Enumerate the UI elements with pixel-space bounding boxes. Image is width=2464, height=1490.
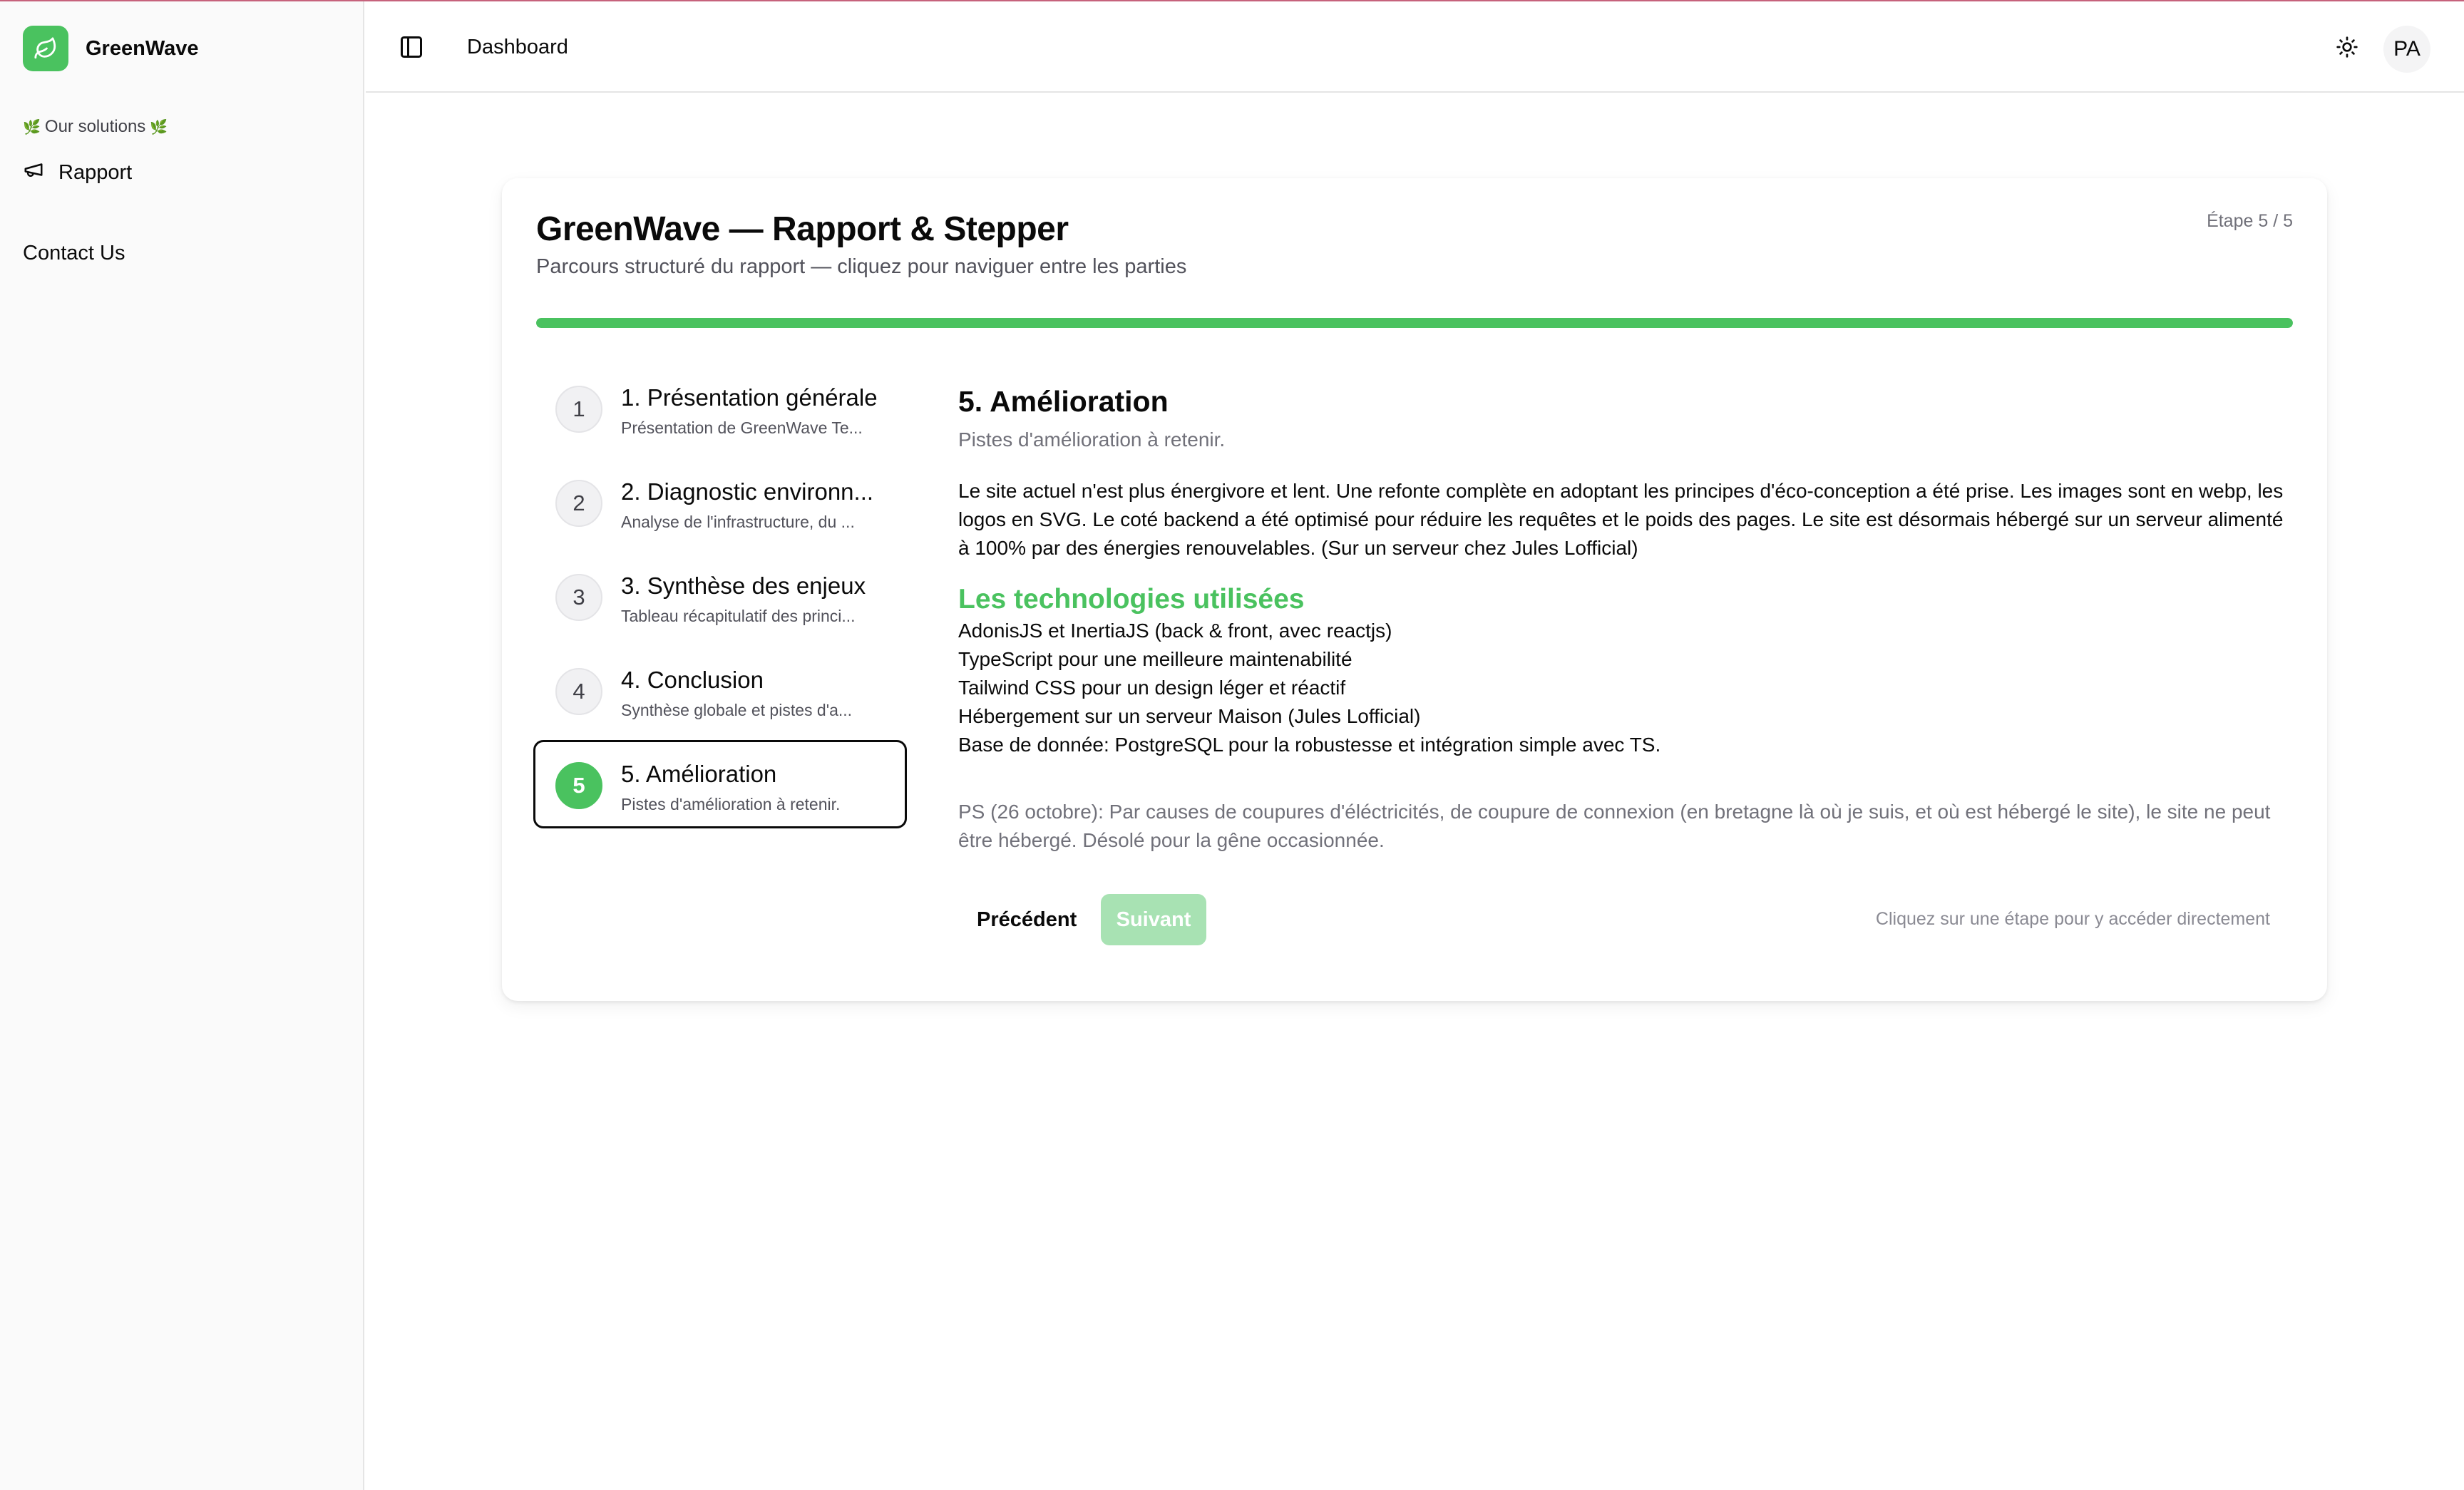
- brand-name: GreenWave: [86, 36, 199, 60]
- step-title: 4. Conclusion: [621, 667, 764, 693]
- tech-list: AdonisJS et InertiaJS (back & front, ave…: [958, 617, 2293, 759]
- top-header: Dashboard PA: [366, 1, 2464, 93]
- step-item-2[interactable]: 2 2. Diagnostic environn... Analyse de l…: [533, 458, 907, 546]
- step-description: Pistes d'amélioration à retenir.: [621, 795, 841, 813]
- sun-icon[interactable]: [2333, 33, 2361, 61]
- contact-us-link[interactable]: Contact Us: [23, 242, 125, 265]
- step-title: 5. Amélioration: [621, 761, 777, 787]
- step-description: Tableau récapitulatif des princi...: [621, 607, 856, 625]
- sidebar-item-label: Rapport: [58, 160, 133, 184]
- list-item: Hébergement sur un serveur Maison (Jules…: [958, 705, 1421, 727]
- brand[interactable]: GreenWave: [23, 26, 199, 71]
- progress-bar: [536, 318, 2293, 328]
- herb-emoji-icon: 🌿: [23, 119, 41, 135]
- step-item-4[interactable]: 4 4. Conclusion Synthèse globale et pist…: [533, 646, 907, 734]
- list-item: AdonisJS et InertiaJS (back & front, ave…: [958, 620, 1392, 642]
- step-number-badge: 2: [555, 480, 602, 527]
- sidebar-group-label: 🌿 Our solutions 🌿: [23, 117, 168, 137]
- breadcrumb-dashboard[interactable]: Dashboard: [467, 36, 568, 59]
- content-lead: Pistes d'amélioration à retenir.: [958, 428, 1226, 451]
- megaphone-icon: [23, 159, 44, 186]
- step-description: Synthèse globale et pistes d'a...: [621, 701, 853, 719]
- herb-emoji-icon: 🌿: [150, 119, 168, 135]
- sidebar-toggle-icon[interactable]: [399, 34, 424, 60]
- step-title: 3. Synthèse des enjeux: [621, 572, 866, 599]
- sidebar: GreenWave 🌿 Our solutions 🌿 Rapport Cont…: [0, 1, 364, 1490]
- step-number-badge: 5: [555, 762, 602, 809]
- step-number-badge: 3: [555, 574, 602, 621]
- step-item-1[interactable]: 1 1. Présentation générale Présentation …: [533, 364, 907, 452]
- step-content: 5. Amélioration Pistes d'amélioration à …: [958, 385, 2293, 855]
- step-number-badge: 4: [555, 668, 602, 715]
- step-list: 1 1. Présentation générale Présentation …: [533, 364, 907, 834]
- step-item-3[interactable]: 3 3. Synthèse des enjeux Tableau récapit…: [533, 552, 907, 640]
- step-number-badge: 1: [555, 386, 602, 433]
- card-title: GreenWave — Rapport & Stepper: [536, 210, 1069, 248]
- progress-fill: [536, 318, 2293, 328]
- navigation-hint: Cliquez sur une étape pour y accéder dir…: [1875, 909, 2270, 929]
- ps-note: PS (26 octobre): Par causes de coupures …: [958, 801, 2271, 851]
- step-title: 2. Diagnostic environn...: [621, 478, 874, 505]
- step-title: 1. Présentation générale: [621, 384, 878, 411]
- content-paragraph: Le site actuel n'est plus énergivore et …: [958, 480, 2284, 559]
- step-description: Analyse de l'infrastructure, du ...: [621, 513, 855, 531]
- previous-button[interactable]: Précédent: [958, 894, 1095, 945]
- report-stepper-card: GreenWave — Rapport & Stepper Parcours s…: [502, 178, 2327, 1001]
- step-item-5[interactable]: 5 5. Amélioration Pistes d'amélioration …: [533, 740, 907, 828]
- list-item: Tailwind CSS pour un design léger et réa…: [958, 677, 1346, 699]
- leaf-icon: [23, 26, 68, 71]
- list-item: TypeScript pour une meilleure maintenabi…: [958, 648, 1352, 670]
- sidebar-item-rapport[interactable]: Rapport: [23, 159, 132, 186]
- tech-heading: Les technologies utilisées: [958, 584, 1305, 615]
- app-root: GreenWave 🌿 Our solutions 🌿 Rapport Cont…: [0, 0, 2464, 1490]
- avatar[interactable]: PA: [2383, 26, 2430, 73]
- step-counter: Étape 5 / 5: [2207, 211, 2293, 231]
- content-heading: 5. Amélioration: [958, 385, 1169, 418]
- list-item: Base de donnée: PostgreSQL pour la robus…: [958, 734, 1661, 756]
- sidebar-group-label-text: Our solutions: [44, 117, 146, 136]
- card-subtitle: Parcours structuré du rapport — cliquez …: [536, 255, 1187, 278]
- next-button[interactable]: Suivant: [1101, 894, 1206, 945]
- step-description: Présentation de GreenWave Te...: [621, 418, 863, 437]
